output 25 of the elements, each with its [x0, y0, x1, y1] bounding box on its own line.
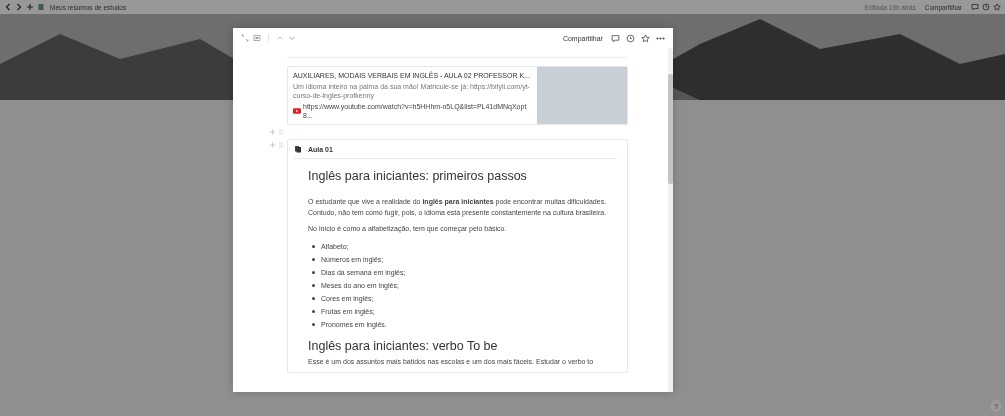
star-icon[interactable] [641, 33, 650, 43]
bookmark-card[interactable] [287, 66, 628, 125]
bullet-icon [312, 244, 315, 248]
bullet-icon [312, 309, 315, 313]
comment-icon[interactable] [611, 33, 620, 43]
books-icon [294, 145, 302, 153]
comment-icon[interactable] [971, 3, 979, 11]
clock-icon[interactable] [982, 3, 990, 11]
video-play-icon [293, 108, 301, 114]
scrollbar-thumb[interactable] [668, 74, 673, 184]
notebook-icon [37, 3, 45, 11]
bullet-icon [312, 296, 315, 300]
bullet-icon [312, 257, 315, 261]
clock-icon[interactable] [626, 33, 635, 43]
plus-icon[interactable] [26, 3, 34, 11]
bullet-icon [312, 270, 315, 274]
open-page-icon[interactable] [253, 34, 261, 42]
back-icon[interactable] [4, 3, 12, 11]
forward-icon[interactable] [15, 3, 23, 11]
bullet-icon [312, 322, 315, 326]
section-heading: Inglês para iniciantes: primeiros passos [308, 169, 528, 183]
expand-icon[interactable] [241, 34, 249, 42]
star-icon[interactable] [993, 3, 1001, 11]
bullet-icon [312, 283, 315, 287]
section-heading: Inglês para iniciantes: verbo To be [308, 338, 499, 353]
